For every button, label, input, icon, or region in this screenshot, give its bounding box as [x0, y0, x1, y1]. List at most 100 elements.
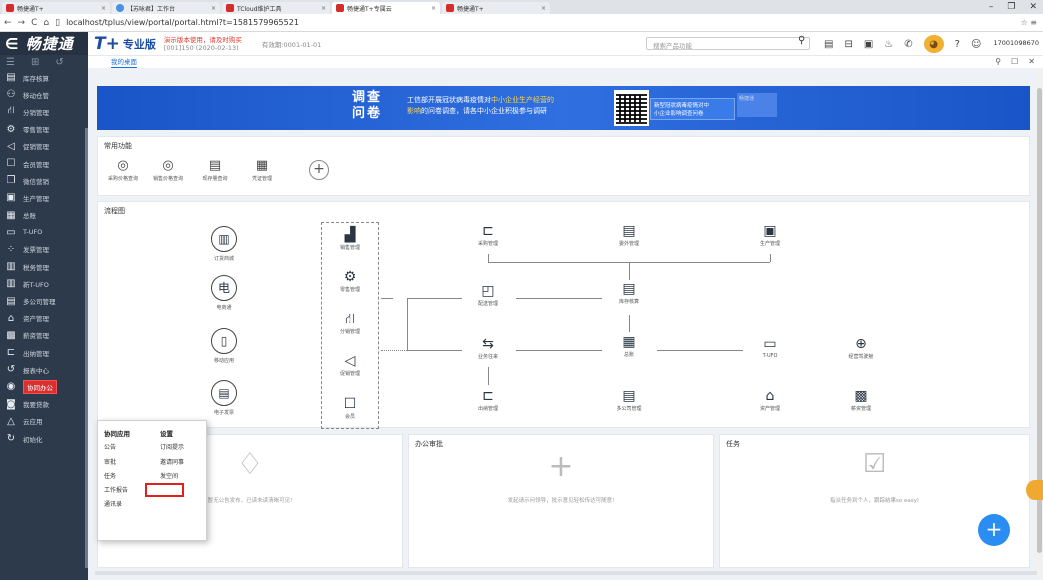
close-icon[interactable]: ✕ [1028, 57, 1035, 66]
browser-tab[interactable]: 【苏咏君】工作台 × [112, 2, 220, 14]
flow-node-outsource[interactable]: ▤ 委外管理 [602, 222, 656, 247]
shortcut-stock-query[interactable]: ▤ 现存量查询 [195, 157, 235, 182]
flow-node-retail[interactable]: ⚙ 零售管理 [323, 268, 377, 293]
add-floating-button[interactable]: + [978, 514, 1010, 546]
plus-outline-icon[interactable]: + [409, 449, 713, 484]
sidebar-item[interactable]: ⌂ 资产管理 [0, 310, 88, 327]
sidebar-item[interactable]: ▥ 新T-UFO [0, 275, 88, 292]
flow-node-ecommerce[interactable]: 电电商通 [197, 275, 251, 311]
submenu-item-approval[interactable]: 审批 [104, 457, 130, 471]
sidebar-item[interactable]: ❐ 微信营销 [0, 172, 88, 189]
flow-node-delivery[interactable]: ◰ 配送管理 [461, 282, 515, 307]
shortcut-purchase-price[interactable]: ◎ 采购价格查询 [103, 157, 143, 182]
forward-icon[interactable]: → [18, 18, 26, 28]
page-scrollbar[interactable] [1036, 68, 1043, 580]
search-tab-icon[interactable]: ⚲ [995, 57, 1001, 66]
grid-icon[interactable]: ⊞ [31, 57, 39, 68]
sidebar-item[interactable]: ▥ 税务管理 [0, 258, 88, 275]
close-tab-icon[interactable]: × [541, 5, 546, 12]
flow-node-order-mall[interactable]: ▥ 订货商城 [197, 226, 251, 262]
url-field[interactable]: localhost/tplus/view/portal/portal.html?… [66, 18, 299, 27]
sidebar-item[interactable]: ☐ 会员管理 [0, 155, 88, 172]
horizontal-scrollbar[interactable] [95, 571, 1037, 575]
flow-node-purchase[interactable]: ⊏ 采购管理 [461, 222, 515, 247]
user-icon[interactable]: ☺ [971, 39, 981, 50]
sidebar-item[interactable]: ⚇ 移动仓管 [0, 86, 88, 103]
survey-banner[interactable]: 调查 问卷 工信部开展冠状病毒疫情对中小企业生产经营的 影响的问卷调查，请各中小企… [97, 86, 1030, 130]
reload-icon[interactable]: C [31, 18, 37, 28]
bell-icon[interactable]: ♨ [884, 39, 893, 50]
screen-icon[interactable]: ▣ [864, 39, 873, 50]
home-icon[interactable]: ⌂ [43, 18, 49, 28]
submenu-item-invite[interactable]: 邀请同事 [160, 457, 184, 471]
flow-node-asset[interactable]: ⌂ 资产管理 [743, 387, 797, 412]
flow-node-gl[interactable]: ▦ 总账 [602, 333, 656, 358]
sidebar-item[interactable]: ▭ T-UFO [0, 224, 88, 241]
flow-node-analysis[interactable]: ⊕ 经营驾驶舱 [834, 335, 888, 360]
sidebar-item[interactable]: ◙ 我要贷款 [0, 396, 88, 413]
browser-tab[interactable]: TCloud维护工具 × [222, 2, 330, 14]
refresh-icon[interactable]: ↺ [55, 57, 63, 68]
flow-node-cashier[interactable]: ⊏ 出纳管理 [461, 387, 515, 412]
submenu-item-subscribe[interactable]: 订阅提示 [160, 442, 184, 456]
calculator-icon[interactable]: ⊟ [844, 39, 852, 50]
search-input[interactable]: 搜索产品功能 [646, 37, 810, 50]
shortcut-voucher[interactable]: ▦ 凭证管理 [242, 157, 282, 182]
shortcut-sales-price[interactable]: ◎ 销售价格查询 [148, 157, 188, 182]
submenu-item-notice[interactable]: 公告 [104, 442, 130, 456]
sidebar-item[interactable]: ◁ 促销管理 [0, 138, 88, 155]
browser-tab[interactable]: 畅捷通T+ × [2, 2, 110, 14]
sidebar-item[interactable]: ▣ 生产管理 [0, 189, 88, 206]
sidebar-item[interactable]: ⚙ 零售管理 [0, 121, 88, 138]
close-tab-icon[interactable]: × [101, 5, 106, 12]
close-tab-icon[interactable]: × [321, 5, 326, 12]
flow-node-distribution[interactable]: ⛙ 分销管理 [323, 310, 377, 335]
close-tab-icon[interactable]: × [431, 5, 436, 12]
flow-node-business[interactable]: ⇆ 业务往来 [461, 335, 515, 360]
sidebar-scrollbar[interactable] [85, 128, 88, 568]
sidebar-item[interactable]: ↺ 报表中心 [0, 361, 88, 378]
close-window-button[interactable]: ✕ [1029, 2, 1037, 12]
sidebar-item[interactable]: ◉ 协同办公 [0, 378, 88, 395]
sidebar-item[interactable]: ▩ 薪资管理 [0, 327, 88, 344]
back-icon[interactable]: ← [4, 18, 12, 28]
restore-icon[interactable]: ☐ [1011, 57, 1018, 66]
minimize-button[interactable]: – [989, 2, 994, 12]
flow-node-sales[interactable]: ▟ 销售管理 [323, 226, 377, 251]
browser-tab-active[interactable]: 畅捷通T+专属云 × [332, 2, 440, 14]
browser-tab[interactable]: 畅捷通T+ × [442, 2, 550, 14]
menu-icon[interactable]: ☰ [6, 57, 15, 68]
flow-node-member[interactable]: ☐ 会员 [323, 395, 377, 420]
close-tab-icon[interactable]: × [211, 5, 216, 12]
flow-node-inventory[interactable]: ▤ 库存核算 [602, 280, 656, 305]
sidebar-item[interactable]: ⁘ 发票管理 [0, 241, 88, 258]
sidebar-item[interactable]: ▦ 总账 [0, 207, 88, 224]
tab-my-desktop[interactable]: 我的桌面 [111, 56, 137, 68]
search-icon[interactable]: ⚲ [798, 35, 805, 46]
sidebar-item[interactable]: ▤ 多公司管理 [0, 292, 88, 309]
sidebar-item[interactable]: ▤ 库存核算 [0, 69, 88, 86]
sidebar-item[interactable]: ⛙ 分销管理 [0, 103, 88, 120]
mascot-helper-icon[interactable] [1026, 480, 1043, 500]
bookmark-star-icon[interactable]: ☆ ≡ [1021, 18, 1037, 27]
user-id[interactable]: 17001098670 [994, 39, 1040, 47]
flow-node-e-invoice[interactable]: ▤ 电子发票 [197, 380, 251, 416]
flow-node-production[interactable]: ▣ 生产管理 [743, 222, 797, 247]
save-icon[interactable]: ▤ [824, 39, 833, 50]
flow-node-multi-company[interactable]: ▤ 多公司管理 [602, 387, 656, 412]
maximize-button[interactable]: ❐ [1007, 2, 1015, 12]
sidebar-item[interactable]: △ 云应用 [0, 413, 88, 430]
submenu-item-contacts[interactable]: 通讯录 [104, 499, 130, 513]
submenu-item-task[interactable]: 任务 [104, 471, 130, 485]
phone-icon[interactable]: ✆ [904, 39, 912, 50]
flow-node-salary[interactable]: ▩ 薪资管理 [834, 387, 888, 412]
submenu-item-report[interactable]: 工作报告 [104, 485, 130, 499]
flow-node-tufo[interactable]: ▭ T-UFO [743, 335, 797, 359]
sidebar-item[interactable]: ↻ 初始化 [0, 430, 88, 447]
sidebar-item[interactable]: ⊏ 出纳管理 [0, 344, 88, 361]
flow-node-mobile-app[interactable]: ▯ 移动应用 [197, 328, 251, 364]
mascot-avatar[interactable]: ◕ [923, 35, 944, 53]
demo-notice[interactable]: 演示版本使用，请及时购买 [164, 36, 242, 44]
add-shortcut-button[interactable]: + [309, 160, 329, 180]
help-icon[interactable]: ? [955, 39, 960, 50]
